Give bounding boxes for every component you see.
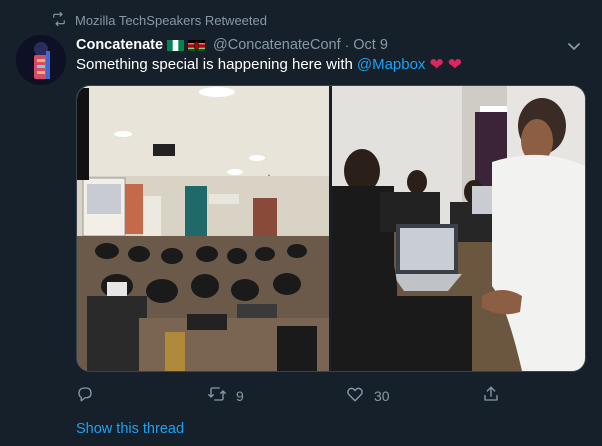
tweet-actions: 9 30 — [76, 385, 542, 407]
photo-laptop-meeting[interactable] — [332, 86, 585, 371]
photo-classroom[interactable] — [77, 86, 329, 371]
retweet-label: Mozilla TechSpeakers Retweeted — [75, 12, 267, 28]
show-thread-link[interactable]: Show this thread — [76, 421, 184, 437]
share-button[interactable] — [482, 385, 510, 406]
retweet-icon — [52, 11, 66, 29]
like-button[interactable]: 30 — [346, 385, 390, 406]
tweet-header: Concatenate @ConcatenateConf · Oct 9 — [76, 35, 562, 55]
tweet-body: Something special is happening here with — [76, 56, 353, 73]
share-icon — [482, 385, 500, 406]
chevron-down-icon[interactable] — [566, 38, 582, 54]
retweet-count: 9 — [236, 387, 244, 404]
separator-dot: · — [344, 37, 350, 53]
like-count: 30 — [374, 387, 390, 404]
heart-outline-icon — [346, 385, 364, 406]
kenya-flag-icon — [188, 39, 206, 51]
author-handle[interactable]: @ConcatenateConf — [213, 37, 341, 53]
avatar[interactable] — [16, 35, 66, 85]
tweet-text: Something special is happening here with… — [76, 56, 462, 73]
reply-button[interactable] — [76, 385, 104, 406]
heart-emoji: ❤ — [447, 55, 462, 74]
mention-link[interactable]: @Mapbox — [357, 56, 426, 73]
nigeria-flag-icon — [167, 39, 185, 51]
retweet-icon — [208, 385, 226, 406]
author-name[interactable]: Concatenate — [76, 37, 163, 53]
retweet-button[interactable]: 9 — [208, 385, 244, 406]
retweet-context[interactable]: Mozilla TechSpeakers Retweeted — [52, 10, 267, 30]
heart-emoji: ❤ — [429, 55, 444, 74]
media-grid — [76, 85, 586, 372]
tweet-date[interactable]: Oct 9 — [353, 37, 388, 53]
reply-icon — [76, 385, 94, 406]
